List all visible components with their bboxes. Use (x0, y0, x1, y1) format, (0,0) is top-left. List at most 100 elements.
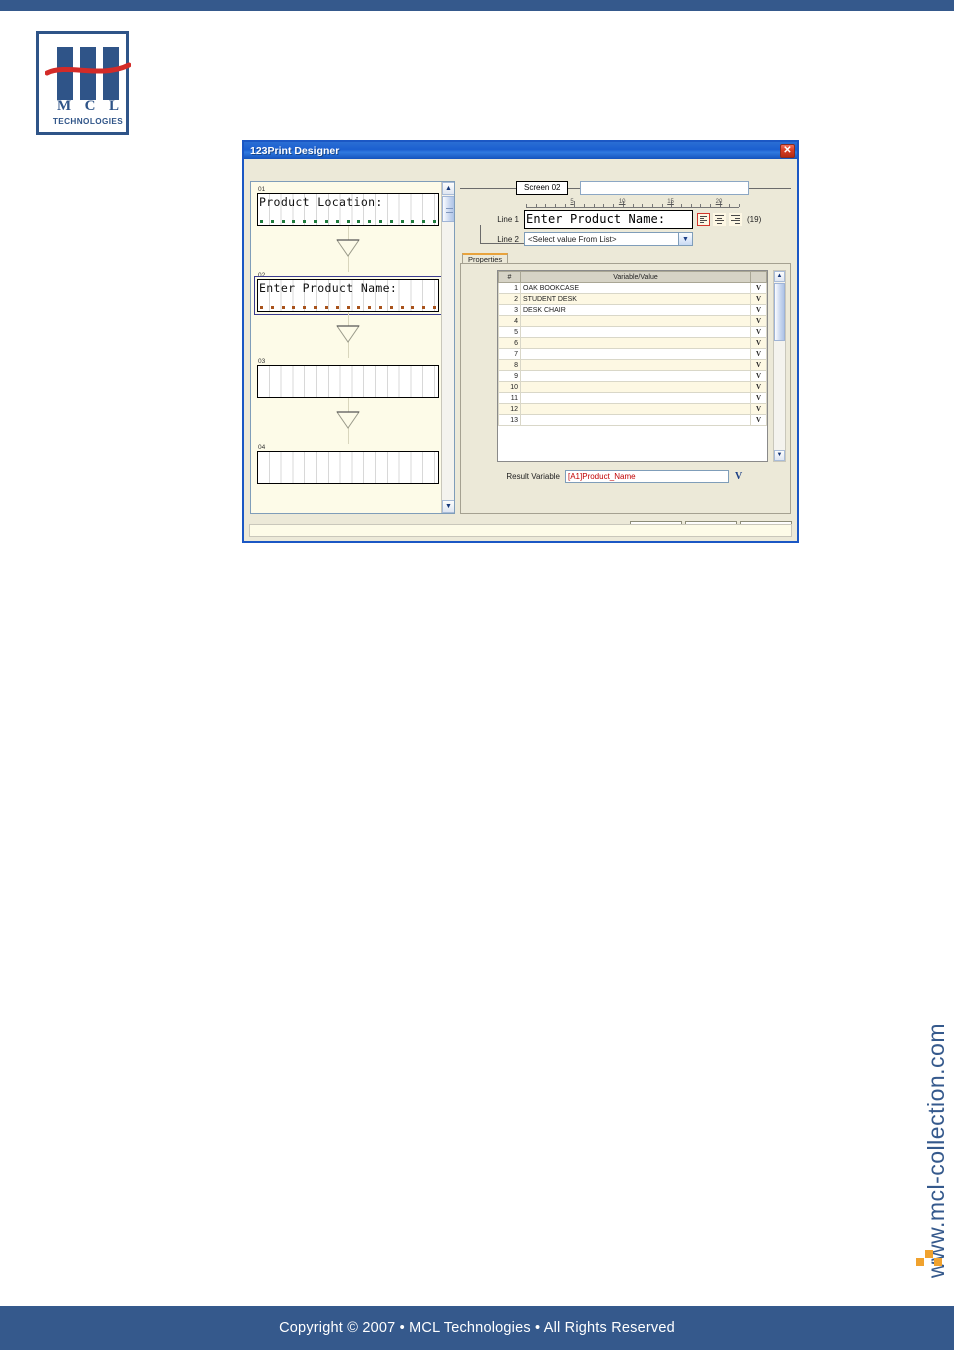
ruler-tick (593, 204, 595, 207)
table-row[interactable]: 12 V (498, 403, 767, 415)
table-row[interactable]: 2 STUDENT DESK V (498, 293, 767, 305)
align-center-icon[interactable] (713, 213, 726, 226)
preview-scroll-up-icon[interactable]: ▲ (442, 182, 454, 195)
ruler-tick (632, 204, 634, 207)
row-variable-picker-icon[interactable]: V (750, 337, 767, 349)
table-row[interactable]: 1 OAK BOOKCASE V (498, 282, 767, 294)
row-variable-picker-icon[interactable]: V (750, 414, 767, 426)
table-scroll-down-icon[interactable]: ▼ (774, 450, 785, 461)
table-row[interactable]: 10 V (498, 381, 767, 393)
preview-scrollbar[interactable]: ▲ ▼ (441, 182, 454, 513)
table-row[interactable]: 11 V (498, 392, 767, 404)
table-header-row: # Variable/Value (498, 271, 767, 283)
result-variable-input[interactable]: [A1]Product_Name (565, 469, 729, 483)
row-variable-picker-icon[interactable]: V (750, 293, 767, 305)
line2-select[interactable]: <Select value From List> ▼ (524, 232, 693, 246)
variable-value-table-wrap: # Variable/Value 1 OAK BOOKCASE V 2 STUDENT … (497, 270, 768, 462)
table-row[interactable]: 13 V (498, 414, 767, 426)
screen-line1-text: Product Location: (259, 195, 383, 209)
screen-preview-box[interactable] (257, 451, 439, 484)
dialog-status-bar (249, 524, 792, 537)
flow-connector (257, 226, 439, 272)
ruler-tick-label: 5 (570, 199, 574, 205)
row-variable-picker-icon[interactable]: V (750, 348, 767, 360)
row-variable-value[interactable] (520, 392, 751, 404)
table-scrollbar[interactable]: ▲ ▼ (773, 270, 786, 462)
row-variable-picker-icon[interactable]: V (750, 403, 767, 415)
ruler-tick (526, 204, 527, 207)
ruler-tick (545, 204, 547, 207)
preview-scroll-thumb[interactable] (442, 196, 454, 222)
table-row[interactable]: 5V (498, 326, 767, 338)
dialog-title: 123Print Designer (250, 144, 340, 157)
flow-arrow-icon (336, 239, 360, 257)
orange-squares-decoration (916, 1250, 942, 1266)
table-row[interactable]: 7V (498, 348, 767, 360)
chevron-down-icon[interactable]: ▼ (678, 233, 692, 245)
result-variable-label: Result Variable (506, 471, 560, 481)
row-variable-value[interactable]: STUDENT DESK (520, 293, 751, 305)
row-variable-value[interactable] (520, 370, 751, 382)
screen-header: Screen 02 (460, 181, 791, 196)
screen-line2-row (258, 467, 438, 483)
flow-arrow-icon (336, 411, 360, 429)
col-variable-value: Variable/Value (520, 271, 751, 283)
align-right-icon[interactable] (729, 213, 742, 226)
screen-preview-box[interactable]: Product Location: (257, 193, 439, 226)
row-variable-value[interactable] (520, 403, 751, 415)
table-scroll-up-icon[interactable]: ▲ (774, 271, 785, 282)
row-variable-picker-icon[interactable]: V (750, 370, 767, 382)
screen-input-dots (260, 219, 436, 224)
table-row[interactable]: 6V (498, 337, 767, 349)
properties-panel: # Variable/Value 1 OAK BOOKCASE V 2 STUDENT … (460, 263, 791, 514)
screen-grid (258, 452, 438, 468)
table-row[interactable]: 8V (498, 359, 767, 371)
table-row[interactable]: 4V (498, 315, 767, 327)
screen-flow-preview: 01 Product Location: 02 Enter Product Name:… (250, 181, 455, 514)
row-variable-value[interactable]: DESK CHAIR (520, 304, 751, 316)
screen-preview-box[interactable] (257, 365, 439, 398)
screen-preview-box[interactable]: Enter Product Name: (254, 276, 442, 315)
screen-grid (258, 366, 438, 382)
ruler-tick (709, 204, 711, 207)
print-designer-dialog: 123Print Designer ✕ 01 Product Location: 0… (242, 140, 799, 543)
row-variable-picker-icon[interactable]: V (750, 304, 767, 316)
row-variable-value[interactable]: OAK BOOKCASE (520, 282, 751, 294)
row-variable-value[interactable] (520, 315, 751, 327)
row-variable-picker-icon[interactable]: V (750, 392, 767, 404)
row-variable-value[interactable] (520, 359, 751, 371)
table-row[interactable]: 3 DESK CHAIR V (498, 304, 767, 316)
table-scroll-thumb[interactable] (774, 283, 785, 341)
preview-scroll-down-icon[interactable]: ▼ (442, 500, 454, 513)
row-variable-value[interactable] (520, 381, 751, 393)
close-icon[interactable]: ✕ (780, 143, 795, 158)
line1-input[interactable]: Enter Product Name: (524, 210, 693, 229)
ruler-tick (651, 204, 653, 207)
table-row[interactable]: 9V (498, 370, 767, 382)
row-variable-picker-icon[interactable]: V (750, 381, 767, 393)
row-variable-value[interactable] (520, 348, 751, 360)
ruler-tick (690, 204, 692, 207)
row-variable-picker-icon[interactable]: V (750, 359, 767, 371)
row-variable-value[interactable] (520, 337, 751, 349)
align-left-icon[interactable] (697, 213, 710, 226)
screen-properties-pane: Screen 02 5 10 15 20 Line 1 Enter Product N… (460, 181, 791, 514)
row-variable-value[interactable] (520, 326, 751, 338)
logo-letter-m: M (57, 97, 72, 114)
screen-input-dots (260, 305, 436, 310)
page-top-bar (0, 0, 954, 11)
row-variable-value[interactable] (520, 414, 751, 426)
row-variable-picker-icon[interactable]: V (750, 326, 767, 338)
row-index: 11 (498, 392, 521, 404)
row-variable-picker-icon[interactable]: V (750, 315, 767, 327)
dialog-title-bar[interactable]: 123Print Designer ✕ (244, 142, 797, 159)
row-variable-picker-icon[interactable]: V (750, 282, 767, 294)
ruler-tick (564, 204, 566, 207)
result-variable-picker-icon[interactable]: V (735, 471, 742, 482)
screen-name-input[interactable] (580, 181, 749, 195)
screen-tag[interactable]: Screen 02 (516, 181, 569, 195)
ruler-tick (700, 204, 702, 207)
ruler-tick (661, 204, 663, 207)
website-vertical-text: www.mcl-collection.com (923, 1022, 949, 1278)
row-index: 13 (498, 414, 521, 426)
